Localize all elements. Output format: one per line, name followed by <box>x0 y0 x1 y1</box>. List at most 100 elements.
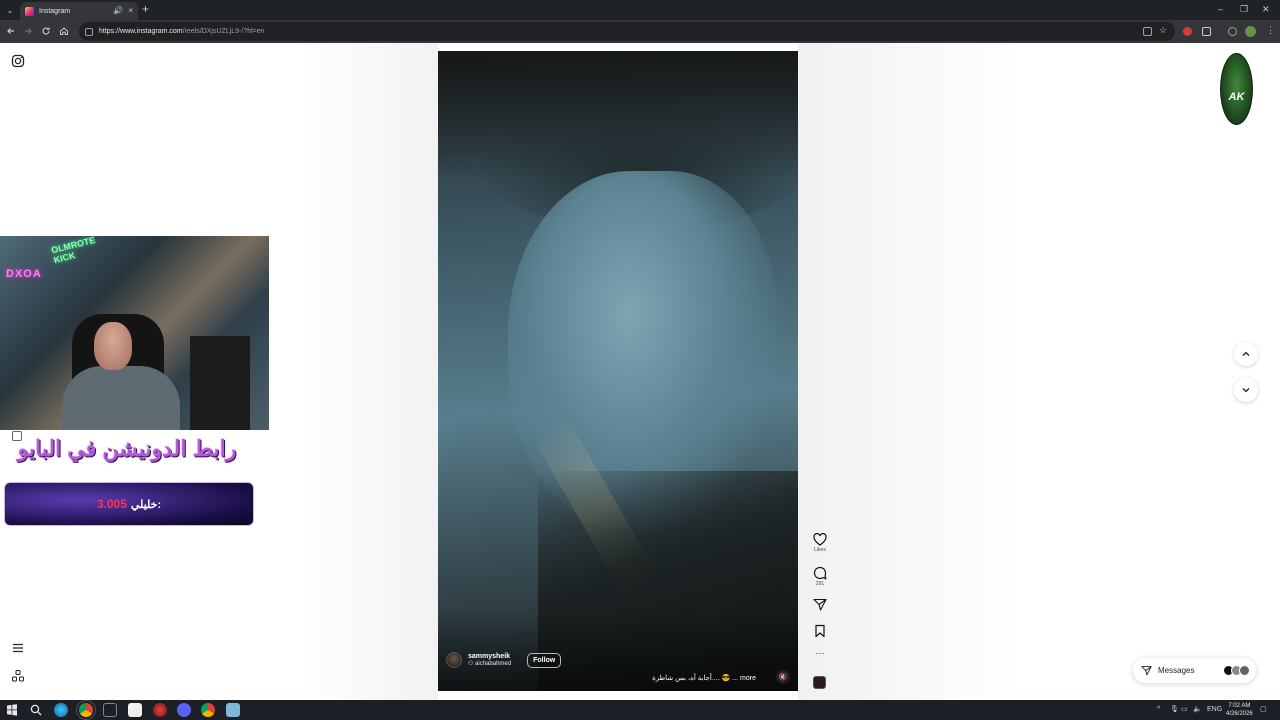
streamer-body <box>62 366 180 430</box>
instagram-reels-page: sammysheik ⚇ aichabahmed Follow أجابة آه… <box>0 43 1280 700</box>
donation-label: خليلي: <box>130 498 162 511</box>
tab-search-button[interactable]: ⌄ <box>3 3 17 17</box>
home-button[interactable] <box>57 24 71 38</box>
reel-video[interactable]: sammysheik ⚇ aichabahmed Follow أجابة آه… <box>438 51 798 691</box>
background-cabinet <box>190 336 250 430</box>
reload-icon <box>42 27 50 35</box>
extensions-puzzle-icon[interactable] <box>1202 27 1211 36</box>
home-icon <box>60 27 68 35</box>
profile-avatar[interactable] <box>1245 26 1256 37</box>
back-button[interactable] <box>4 24 18 38</box>
app-icon[interactable] <box>103 703 117 717</box>
edge-browser-icon[interactable] <box>54 703 68 717</box>
app-icon[interactable] <box>226 703 240 717</box>
comment-button[interactable]: 291 <box>810 566 830 587</box>
heart-icon <box>813 533 827 546</box>
likes-label: Likes <box>814 547 826 553</box>
author-names: sammysheik ⚇ aichabahmed <box>468 653 511 667</box>
share-button[interactable] <box>810 598 830 611</box>
comment-count: 291 <box>815 581 825 587</box>
meta-apps-icon[interactable] <box>11 669 25 683</box>
messages-label: Messages <box>1158 666 1195 675</box>
system-clock[interactable]: 7:02 AM 4/26/2026 <box>1226 702 1253 718</box>
language-indicator[interactable]: ENG <box>1207 704 1222 716</box>
tab-title: Instagram <box>39 7 71 15</box>
author-username[interactable]: sammysheik <box>468 653 511 660</box>
bookmark-icon <box>815 624 825 638</box>
network-icon[interactable]: ▭ <box>1181 704 1188 716</box>
streamer-head <box>94 322 132 370</box>
avatar <box>1239 665 1250 676</box>
person-icon: ⚇ <box>468 661 476 667</box>
message-avatars <box>1223 665 1250 676</box>
show-hidden-icons-button[interactable]: ^ <box>1157 704 1160 716</box>
chrome-icon[interactable] <box>201 703 215 717</box>
next-reel-button[interactable] <box>1234 378 1258 402</box>
browser-tab-bar: ⌄ Instagram 🔊 × + – ❐ ✕ <box>0 0 1280 20</box>
arrow-right-icon <box>25 28 32 34</box>
author-avatar[interactable] <box>446 652 462 668</box>
notifications-icon[interactable]: ▢ <box>1260 704 1267 716</box>
site-info-icon[interactable] <box>85 27 93 36</box>
kebab-menu-icon[interactable]: ⋮ <box>1266 26 1275 35</box>
arrow-left-icon <box>7 28 14 34</box>
minimize-button[interactable]: – <box>1218 3 1223 15</box>
collab-username[interactable]: ⚇ aichabahmed <box>468 660 511 667</box>
clock-time: 7:02 AM <box>1228 703 1251 709</box>
browser-toolbar: https://www.instagram.com/reels/DXjsUZLj… <box>0 20 1280 43</box>
bookmark-star-icon[interactable]: ☆ <box>1159 26 1168 35</box>
maximize-button[interactable]: ❐ <box>1240 3 1248 15</box>
webcam-overlay: DXOA OLMROTE KICK <box>0 236 269 430</box>
instagram-favicon-icon <box>25 6 34 16</box>
tab-instagram[interactable]: Instagram 🔊 × <box>20 2 138 20</box>
original-audio-thumbnail[interactable] <box>813 676 826 689</box>
new-tab-button[interactable]: + <box>142 3 149 15</box>
profile-sync-icon[interactable] <box>1228 27 1237 36</box>
ak-streamer-logo: AK <box>1220 53 1253 125</box>
close-window-button[interactable]: ✕ <box>1262 3 1270 15</box>
send-icon <box>813 598 827 611</box>
chrome-icon[interactable] <box>76 700 96 720</box>
comment-icon <box>813 566 827 580</box>
donation-number: 3.005 <box>96 497 127 511</box>
speaker-icon[interactable]: 🔊 <box>113 7 123 15</box>
app-icon[interactable] <box>128 703 142 717</box>
neon-sign-top: OLMROTE KICK <box>50 236 97 266</box>
mute-button[interactable]: 🔇 <box>776 670 790 684</box>
clock-date: 4/26/2026 <box>1226 711 1253 717</box>
discord-icon[interactable] <box>177 703 191 717</box>
forward-button[interactable] <box>21 24 35 38</box>
address-bar[interactable]: https://www.instagram.com/reels/DXjsUZLj… <box>79 22 1175 41</box>
reel-author: sammysheik ⚇ aichabahmed Follow <box>446 652 562 668</box>
follow-button[interactable]: Follow <box>527 652 562 668</box>
donation-goal-bar: 3.005 خليلي: <box>4 482 254 526</box>
reel-caption[interactable]: أجابة آه، بس شاطرة.... 😎 ... more <box>652 674 756 682</box>
instagram-icon[interactable] <box>11 54 25 68</box>
microphone-icon[interactable]: 🎙 <box>1170 704 1179 716</box>
neon-sign-left: DXOA <box>6 268 42 280</box>
tab-close-button[interactable]: × <box>128 7 133 15</box>
chevron-down-icon: ⌄ <box>6 5 14 15</box>
extension-red-icon[interactable] <box>1183 27 1192 36</box>
volume-icon[interactable]: 🔈 <box>1193 704 1202 716</box>
donation-banner: رابط الدونيشن في البايو <box>14 433 240 473</box>
reel-shadow-left <box>300 43 438 700</box>
more-options-button[interactable]: ··· <box>810 648 830 658</box>
windows-taskbar: ^ 🎙 ▭ 🔈 ENG 7:02 AM 4/26/2026 ▢ <box>0 700 1280 720</box>
cast-icon[interactable] <box>1143 27 1152 36</box>
hamburger-icon[interactable] <box>11 641 25 655</box>
like-button[interactable]: Likes <box>810 533 830 553</box>
more-dots-icon: ··· <box>815 648 825 658</box>
chevron-down-icon <box>1242 388 1250 393</box>
save-button[interactable] <box>810 624 830 638</box>
previous-reel-button[interactable] <box>1234 342 1258 366</box>
reload-button[interactable] <box>39 24 53 38</box>
send-icon <box>1141 666 1152 676</box>
app-icon[interactable] <box>153 703 167 717</box>
search-icon[interactable] <box>29 703 43 717</box>
reel-shadow-right <box>798 43 1018 700</box>
donation-banner-text: رابط الدونيشن في البايو <box>17 436 237 461</box>
windows-start-icon[interactable] <box>5 703 19 717</box>
messages-button[interactable]: Messages <box>1133 658 1256 683</box>
address-url: https://www.instagram.com/reels/DXjsUZLj… <box>99 28 265 35</box>
